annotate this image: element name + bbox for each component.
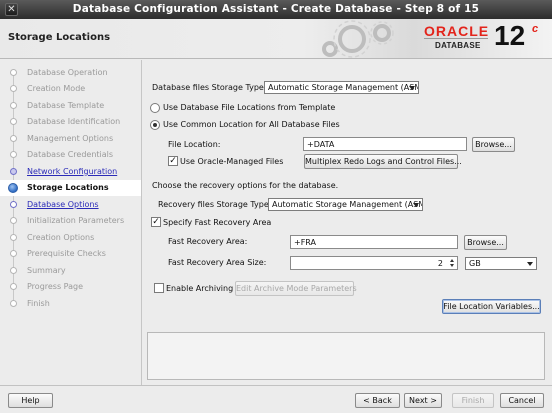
radio-template-locations[interactable] [150, 103, 160, 113]
next-button[interactable]: Next > [404, 393, 442, 408]
step-dot-icon [10, 250, 17, 257]
step-dot-icon [10, 300, 17, 307]
spin-down-icon[interactable] [450, 264, 454, 267]
specify-fra-label: Specify Fast Recovery Area [163, 218, 272, 227]
step-dot-icon [10, 168, 17, 175]
chevron-down-icon [527, 262, 533, 266]
edit-archive-mode-button: Edit Archive Mode Parameters [235, 281, 357, 296]
step-dot-icon [10, 283, 17, 290]
help-button[interactable]: Help [8, 393, 53, 408]
radio-common-location-label: Use Common Location for All Database Fil… [163, 120, 340, 129]
omf-label: Use Oracle-Managed Files [180, 157, 284, 166]
nav-step-management-options: Management Options [0, 131, 141, 147]
logo-divider [424, 38, 488, 39]
oracle-logo: ORACLE [424, 23, 490, 39]
step-dot-icon [10, 135, 17, 142]
step-dot-icon [10, 267, 17, 274]
nav-step-database-template: Database Template [0, 98, 141, 114]
enable-archiving-checkbox[interactable] [154, 283, 164, 293]
specify-fra-checkbox[interactable]: ✓ [151, 217, 161, 227]
enable-archiving-label: Enable Archiving [166, 284, 234, 293]
step-dot-icon [10, 201, 17, 208]
spin-up-icon[interactable] [450, 259, 454, 262]
nav-step-prerequisite-checks: Prerequisite Checks [0, 246, 141, 262]
chevron-down-icon [409, 86, 415, 90]
nav-step-database-credentials: Database Credentials [0, 147, 141, 163]
file-location-input[interactable]: +DATA [303, 137, 467, 151]
step-dot-icon [10, 102, 17, 109]
file-location-label: File Location: [168, 140, 221, 149]
step-dot-icon [10, 234, 17, 241]
file-location-variables-button[interactable]: File Location Variables... [442, 299, 541, 314]
nav-step-creation-mode: Creation Mode [0, 81, 141, 97]
fra-size-spinner[interactable]: 2 [290, 256, 458, 270]
fra-size-label: Fast Recovery Area Size: [168, 258, 267, 267]
step-dot-icon [10, 217, 17, 224]
fra-input[interactable]: +FRA [290, 235, 458, 249]
nav-step-network-configuration[interactable]: Network Configuration [0, 164, 141, 180]
nav-step-initialization-parameters: Initialization Parameters [0, 213, 141, 229]
nav-step-database-operation: Database Operation [0, 65, 141, 81]
step-dot-icon [10, 118, 17, 125]
chevron-down-icon [413, 203, 419, 207]
page-title: Storage Locations [8, 32, 111, 43]
recovery-intro-text: Choose the recovery options for the data… [152, 181, 339, 190]
step-dot-icon [10, 69, 17, 76]
file-location-browse-button[interactable]: Browse... [472, 137, 515, 152]
recovery-storage-type-select[interactable]: Automatic Storage Management (ASM) [268, 198, 423, 211]
back-button[interactable]: < Back [355, 393, 400, 408]
database-logo-text: DATABASE [435, 41, 481, 50]
window-title: Database Configuration Assistant - Creat… [72, 3, 480, 15]
finish-button: Finish [452, 393, 494, 408]
nav-step-summary: Summary [0, 263, 141, 279]
cancel-button[interactable]: Cancel [500, 393, 544, 408]
files-storage-type-select[interactable]: Automatic Storage Management (ASM) [264, 81, 419, 94]
step-dot-icon [10, 85, 17, 92]
window-title-bar: ✕ Database Configuration Assistant - Cre… [0, 0, 552, 19]
nav-step-database-options[interactable]: Database Options [0, 197, 141, 213]
current-step-icon [8, 183, 18, 193]
step-dot-icon [10, 151, 17, 158]
fra-browse-button[interactable]: Browse... [464, 235, 507, 250]
recovery-storage-type-label: Recovery files Storage Type: [158, 200, 272, 209]
nav-step-progress-page: Progress Page [0, 279, 141, 295]
radio-template-locations-label: Use Database File Locations from Templat… [163, 103, 336, 112]
fra-size-unit-select[interactable]: GB [465, 257, 537, 270]
files-storage-type-label: Database files Storage Type: [152, 83, 267, 92]
fra-label: Fast Recovery Area: [168, 237, 248, 246]
multiplex-redo-logs-button[interactable]: Multiplex Redo Logs and Control Files... [304, 154, 462, 169]
nav-step-finish: Finish [0, 296, 141, 312]
nav-step-database-identification: Database Identification [0, 114, 141, 130]
omf-checkbox[interactable]: ✓ [168, 156, 178, 166]
gears-graphic [322, 20, 394, 58]
version-number: 12 [494, 20, 526, 51]
nav-step-storage-locations: Storage Locations [0, 180, 141, 196]
version-suffix: c [532, 23, 539, 35]
nav-step-creation-options: Creation Options [0, 230, 141, 246]
message-panel [147, 332, 545, 380]
radio-common-location[interactable] [150, 120, 160, 130]
